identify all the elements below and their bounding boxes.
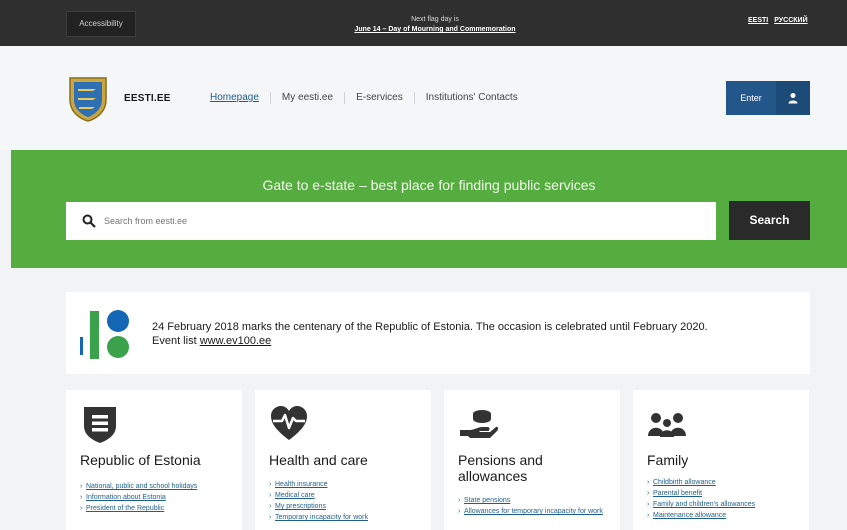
heartbeat-icon	[271, 406, 307, 440]
card-link[interactable]: Information about Estonia	[80, 493, 235, 502]
language-switcher: EESTI РУССКИЙ	[748, 17, 814, 24]
flag-day-label: Next flag day is	[411, 16, 459, 23]
card-link[interactable]: State pensions	[458, 496, 613, 505]
card-link[interactable]: Temporary incapacity for work	[269, 513, 424, 522]
site-header: EESTI.EE Homepage My eesti.ee E-services…	[0, 46, 847, 150]
centenary-banner: 24 February 2018 marks the centenary of …	[66, 292, 810, 374]
lang-eesti[interactable]: EESTI	[748, 17, 768, 24]
enter-button[interactable]: Enter	[726, 81, 810, 115]
card-link[interactable]: National, public and school holidays	[80, 482, 235, 491]
centenary-text: 24 February 2018 marks the centenary of …	[152, 320, 792, 348]
top-bar: Accessibility Next flag day is June 14 –…	[0, 0, 847, 46]
ev100-link[interactable]: www.ev100.ee	[200, 335, 272, 347]
card-title: Health and care	[269, 452, 368, 468]
card-links: Health insurance Medical care My prescri…	[269, 480, 424, 524]
search-icon	[74, 214, 104, 228]
card-links: State pensions Allowances for temporary …	[458, 496, 613, 518]
hero-banner: Gate to e-state – best place for finding…	[11, 150, 847, 268]
card-link[interactable]: Parental benefit	[647, 489, 802, 498]
family-icon	[648, 413, 686, 437]
coat-of-arms-icon[interactable]	[66, 74, 110, 122]
card-link[interactable]: Maintenance allowance	[647, 511, 802, 520]
hero-title: Gate to e-state – best place for finding…	[262, 177, 596, 193]
card-title: Family	[647, 452, 689, 468]
user-icon	[776, 81, 810, 115]
site-brand[interactable]: EESTI.EE	[124, 93, 171, 104]
accessibility-button[interactable]: Accessibility	[66, 11, 136, 37]
main-nav: Homepage My eesti.ee E-services Institut…	[208, 92, 529, 104]
event-list-label: Event list	[152, 335, 200, 347]
nav-institutions-contacts[interactable]: Institutions' Contacts	[415, 92, 529, 104]
search-button[interactable]: Search	[729, 201, 810, 240]
hand-coin-icon	[460, 410, 498, 438]
category-card-family[interactable]: Family Childbirth allowance Parental ben…	[633, 390, 809, 530]
centenary-message: 24 February 2018 marks the centenary of …	[152, 321, 708, 333]
search-box	[66, 202, 716, 240]
card-title: Pensions and allowances	[458, 452, 543, 484]
shield-icon	[84, 407, 116, 443]
flag-day-notice: Next flag day is June 14 – Day of Mourni…	[320, 15, 550, 35]
card-link[interactable]: Family and children's allowances	[647, 500, 802, 509]
search-input[interactable]	[104, 216, 704, 226]
card-link[interactable]: Health insurance	[269, 480, 424, 489]
category-card-pensions[interactable]: Pensions and allowances State pensions A…	[444, 390, 620, 530]
card-link[interactable]: President of the Republic	[80, 504, 235, 513]
flag-day-link[interactable]: June 14 – Day of Mourning and Commemorat…	[320, 25, 550, 35]
card-links: National, public and school holidays Inf…	[80, 482, 235, 515]
card-link[interactable]: Childbirth allowance	[647, 478, 802, 487]
lang-russian[interactable]: РУССКИЙ	[774, 17, 807, 24]
card-link[interactable]: Medical care	[269, 491, 424, 500]
enter-button-label: Enter	[740, 93, 762, 103]
nav-e-services[interactable]: E-services	[345, 92, 415, 104]
card-link[interactable]: My prescriptions	[269, 502, 424, 511]
category-card-health[interactable]: Health and care Health insurance Medical…	[255, 390, 431, 530]
card-link[interactable]: Allowances for temporary incapacity for …	[458, 507, 613, 516]
category-card-republic[interactable]: Republic of Estonia National, public and…	[66, 390, 242, 530]
ev100-logo-icon[interactable]	[80, 307, 134, 363]
nav-my-eesti[interactable]: My eesti.ee	[271, 92, 346, 104]
nav-homepage[interactable]: Homepage	[208, 92, 271, 104]
card-links: Childbirth allowance Parental benefit Fa…	[647, 478, 802, 522]
card-title: Republic of Estonia	[80, 452, 201, 468]
